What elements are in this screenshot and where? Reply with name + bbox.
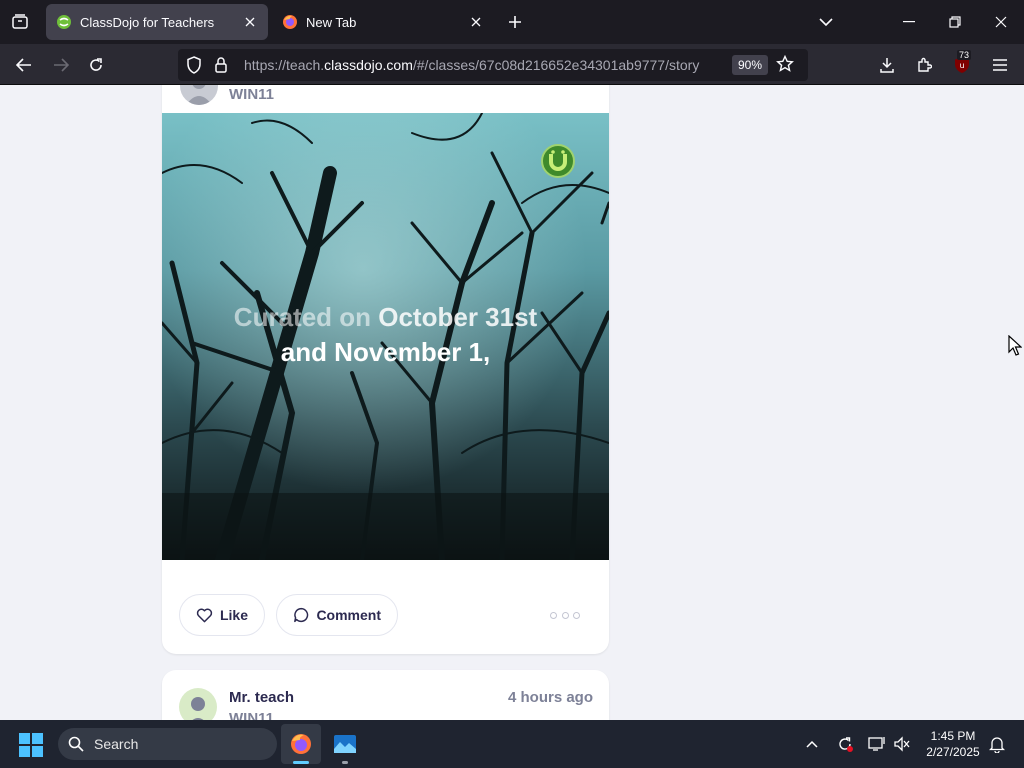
more-options-icon[interactable] — [550, 607, 580, 623]
like-label: Like — [219, 607, 248, 623]
comment-label: Comment — [316, 607, 381, 623]
extensions-icon[interactable] — [911, 52, 937, 78]
extension-count-badge: 73 — [957, 50, 972, 60]
like-button[interactable]: Like — [179, 594, 265, 636]
system-clock[interactable]: 1:45 PM 2/27/2025 — [918, 728, 988, 760]
firefox-icon — [291, 734, 311, 754]
shield-icon[interactable] — [186, 56, 202, 79]
search-label: Search — [94, 736, 139, 752]
caption-date-text: October 31st — [378, 302, 538, 332]
reload-icon[interactable] — [83, 52, 109, 78]
avatar[interactable] — [180, 85, 218, 105]
svg-text:u: u — [959, 61, 964, 70]
url-bar[interactable]: https://teach.classdojo.com/#/classes/67… — [178, 49, 808, 81]
story-post-card: Mr. teach WIN11 4 hours ago — [162, 670, 609, 720]
taskbar-firefox-app[interactable] — [281, 724, 321, 764]
story-feed: WIN11 Curated on October 31st and Novemb… — [0, 85, 1024, 720]
url-path: /#/classes/67c08d216652e34301ab9777/stor… — [412, 57, 700, 73]
notification-bell-icon[interactable] — [985, 732, 1009, 756]
restore-button[interactable] — [932, 0, 978, 44]
windows-start-icon[interactable] — [18, 732, 44, 758]
download-icon[interactable] — [874, 52, 900, 78]
tab-new-tab[interactable]: New Tab — [272, 4, 494, 40]
post-timestamp: 4 hours ago — [507, 689, 593, 706]
forward-arrow-icon[interactable] — [48, 52, 74, 78]
active-app-indicator — [293, 761, 309, 764]
close-window-button[interactable] — [978, 0, 1024, 44]
url-prefix: https://teach. — [244, 57, 325, 73]
clock-date: 2/27/2025 — [926, 745, 980, 759]
close-icon[interactable] — [468, 14, 484, 30]
dot — [550, 611, 557, 619]
chevron-down-icon[interactable] — [814, 10, 838, 34]
classdojo-logo-icon — [540, 143, 576, 179]
lock-icon[interactable] — [214, 56, 228, 79]
clock-time: 1:45 PM — [930, 729, 976, 743]
chevron-up-icon[interactable] — [800, 732, 824, 756]
classdojo-icon — [56, 14, 72, 30]
browser-nav-bar: https://teach.classdojo.com/#/classes/67… — [0, 44, 1024, 85]
menu-hamburger-icon[interactable] — [987, 52, 1013, 78]
windows-taskbar: Search 1:45 PM 2/27/2025 — [0, 720, 1024, 768]
bookmark-star-icon[interactable] — [776, 54, 794, 78]
tab-classdojo[interactable]: ClassDojo for Teachers — [46, 4, 268, 40]
url-text[interactable]: https://teach.classdojo.com/#/classes/67… — [244, 57, 699, 73]
running-app-indicator — [342, 761, 348, 764]
volume-muted-icon[interactable] — [890, 732, 914, 756]
comment-button[interactable]: Comment — [276, 594, 398, 636]
new-tab-button[interactable] — [503, 10, 527, 34]
sync-alert-icon[interactable] — [833, 732, 857, 756]
photos-icon — [334, 735, 356, 753]
heart-icon — [196, 608, 213, 623]
search-icon — [68, 736, 84, 752]
zoom-level-badge[interactable]: 90% — [732, 55, 769, 75]
video-caption-line-2: and November 1, — [280, 337, 491, 367]
tab-list-icon[interactable] — [8, 10, 32, 34]
browser-tab-bar: ClassDojo for Teachers New Tab — [0, 0, 1024, 44]
post-class-name: WIN11 — [229, 86, 275, 103]
post-class-name: WIN11 — [229, 710, 275, 720]
comment-bubble-icon — [294, 607, 309, 623]
dot — [573, 611, 580, 619]
taskbar-search-box[interactable]: Search — [58, 728, 277, 760]
taskbar-photos-app[interactable] — [325, 724, 365, 764]
minimize-button[interactable] — [886, 0, 932, 44]
tab-title: ClassDojo for Teachers — [80, 14, 215, 30]
firefox-icon — [282, 14, 298, 30]
post-author-name[interactable]: Mr. teach — [229, 689, 294, 706]
dot — [561, 611, 569, 619]
close-icon[interactable] — [242, 14, 258, 30]
network-display-icon[interactable] — [865, 732, 889, 756]
mouse-cursor-icon — [1008, 334, 1023, 357]
url-domain: classdojo.com — [324, 57, 413, 73]
caption-faded-text: Curated on — [233, 302, 379, 332]
avatar[interactable] — [179, 688, 217, 720]
tab-title: New Tab — [306, 14, 357, 30]
post-video-media[interactable]: Curated on October 31st and November 1, — [162, 113, 609, 560]
story-post-card: WIN11 Curated on October 31st and Novemb… — [162, 85, 609, 654]
video-caption-line-1: Curated on October 31st — [162, 302, 609, 333]
back-arrow-icon[interactable] — [11, 52, 37, 78]
